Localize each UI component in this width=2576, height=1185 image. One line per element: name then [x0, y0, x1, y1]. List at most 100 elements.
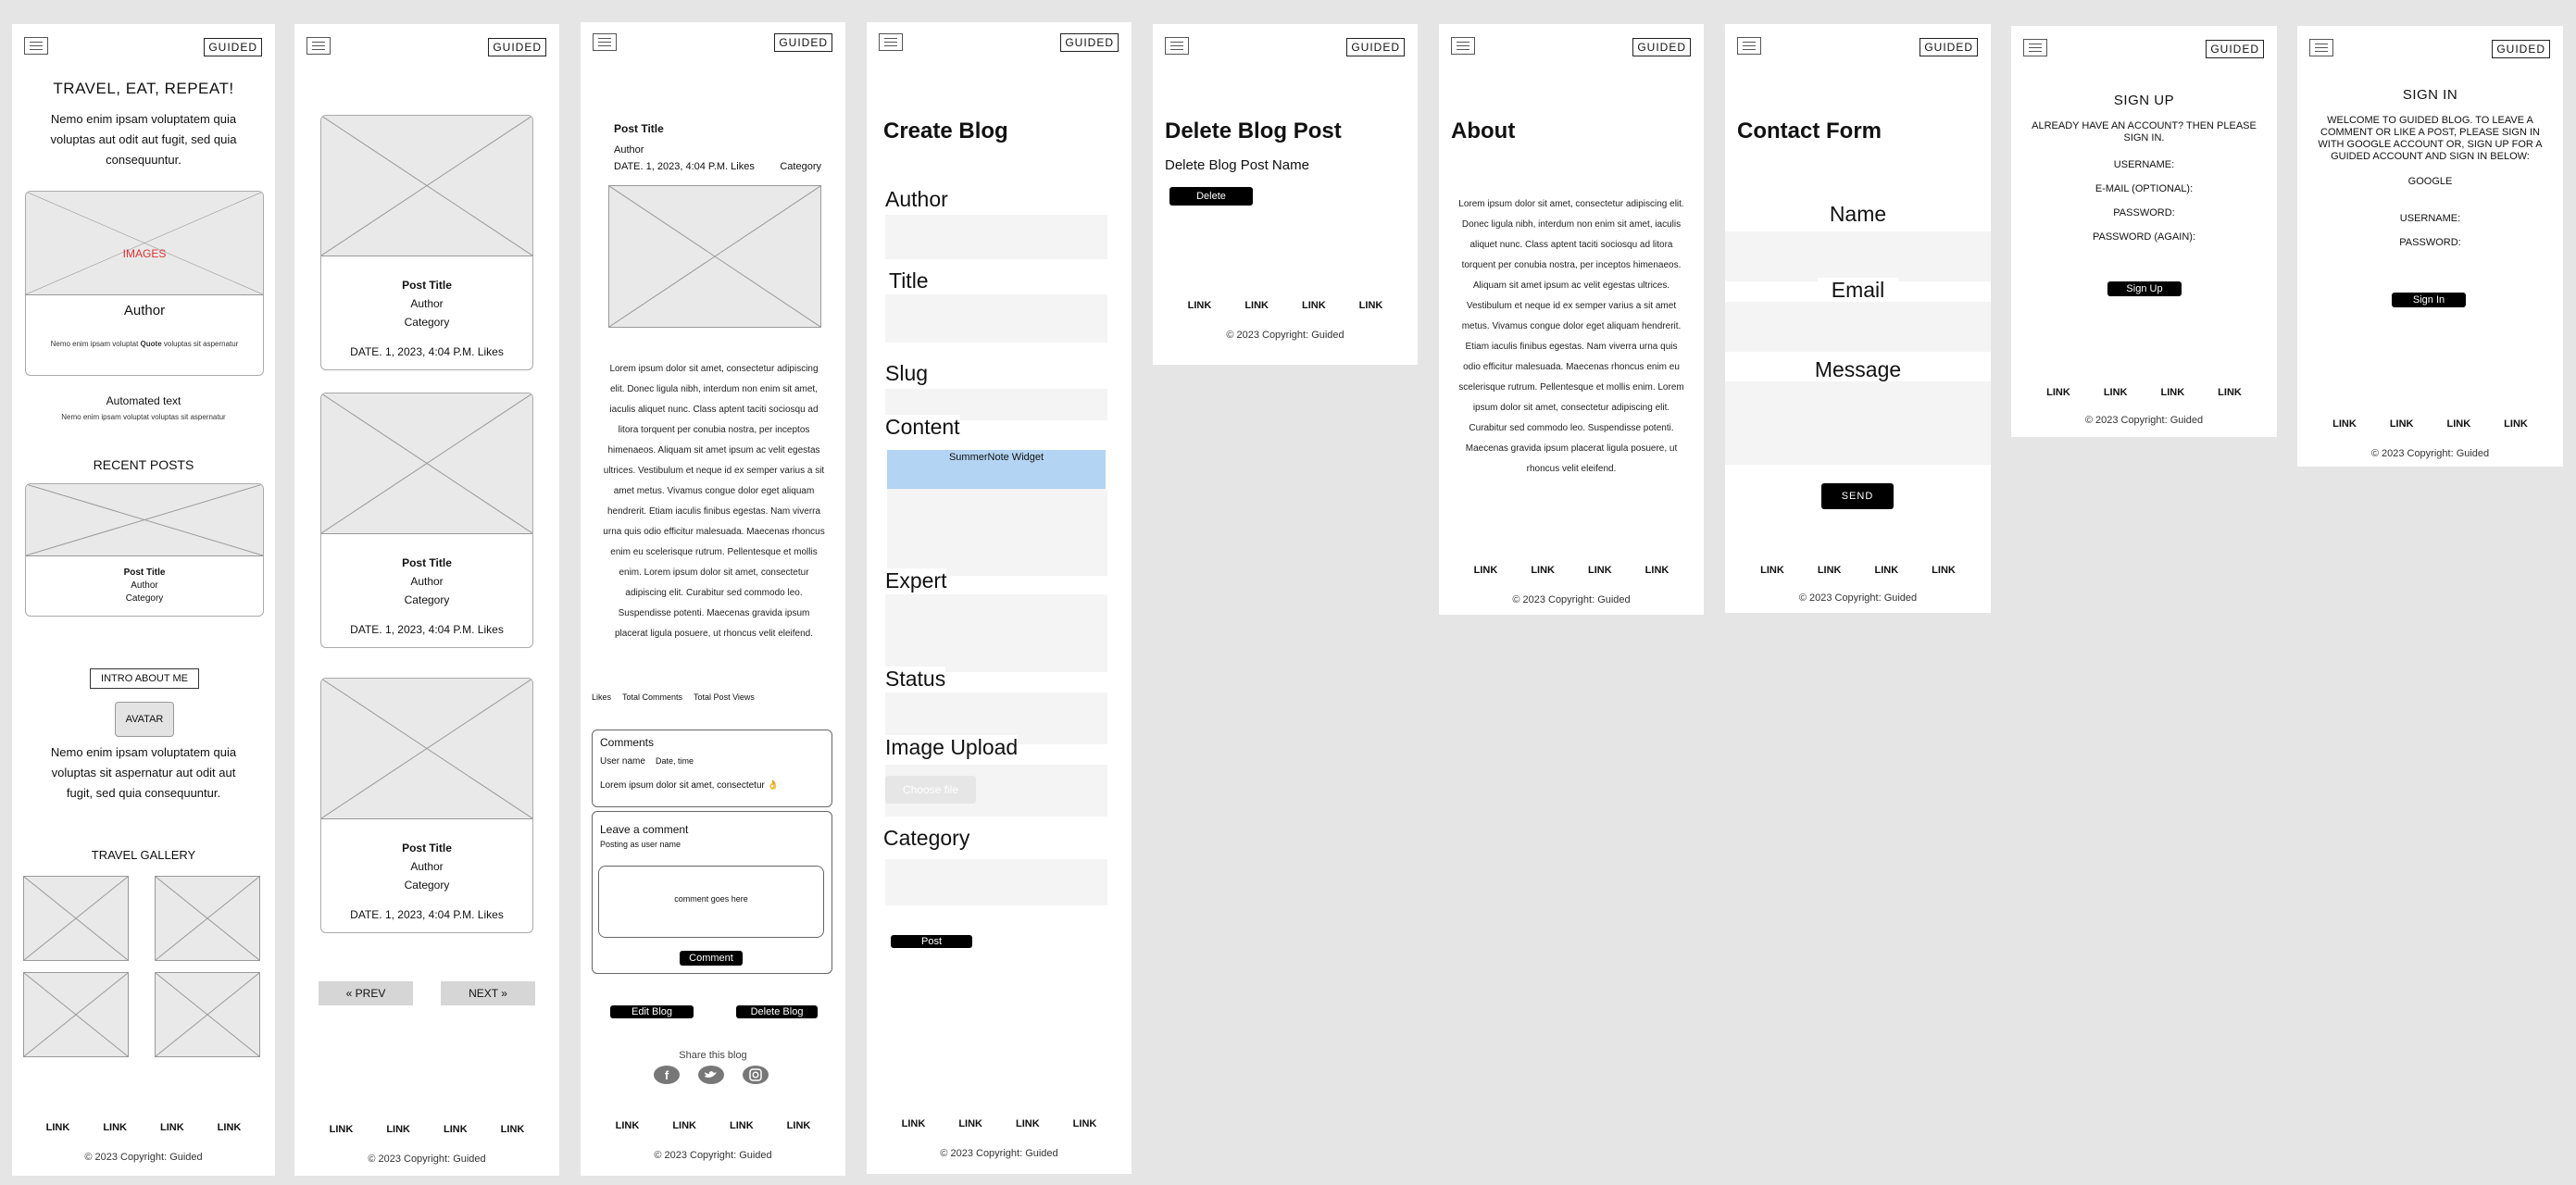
password-label: PASSWORD: [2399, 237, 2461, 248]
footer-link[interactable]: LINK [330, 1124, 354, 1135]
footer-link[interactable]: LINK [1760, 565, 1784, 576]
featured-image: IMAGES [26, 192, 263, 295]
gallery-image[interactable] [23, 876, 129, 961]
footer-link[interactable]: LINK [958, 1118, 982, 1129]
gallery-image[interactable] [155, 876, 260, 961]
footer-link[interactable]: LINK [1073, 1118, 1097, 1129]
menu-icon[interactable] [2309, 39, 2333, 56]
menu-icon[interactable] [1737, 37, 1761, 55]
menu-icon[interactable] [1165, 37, 1189, 55]
footer-link[interactable]: LINK [218, 1122, 242, 1133]
message-field[interactable] [1725, 381, 1991, 465]
gallery-image[interactable] [23, 972, 129, 1057]
footer-link[interactable]: LINK [444, 1124, 468, 1135]
footer-link[interactable]: LINK [2046, 387, 2070, 398]
google-signin-link[interactable]: GOOGLE [2297, 176, 2563, 187]
facebook-icon[interactable]: f [653, 1065, 681, 1085]
post-card[interactable]: Post Title Author Category DATE. 1, 2023… [320, 393, 533, 648]
content-editor[interactable] [887, 489, 1107, 576]
menu-icon[interactable] [306, 37, 331, 55]
delete-button[interactable]: Delete [1169, 187, 1253, 206]
footer-link[interactable]: LINK [501, 1124, 525, 1135]
footer-link[interactable]: LINK [672, 1120, 696, 1131]
post-card[interactable]: Post Title Author Category DATE. 1, 2023… [320, 115, 533, 370]
brand-logo[interactable]: GUIDED [1346, 38, 1405, 56]
footer-links: LINK LINK LINK LINK [867, 1118, 1132, 1129]
copyright: © 2023 Copyright: Guided [84, 1152, 203, 1163]
menu-icon[interactable] [1451, 37, 1475, 55]
footer-link[interactable]: LINK [1188, 300, 1212, 311]
edit-blog-button[interactable]: Edit Blog [610, 1005, 694, 1018]
footer-link[interactable]: LINK [2332, 418, 2357, 430]
footer-link[interactable]: LINK [2161, 387, 2185, 398]
post-image [321, 679, 532, 819]
post-image [321, 393, 532, 534]
footer-link[interactable]: LINK [2390, 418, 2414, 430]
gallery-image[interactable] [155, 972, 260, 1057]
footer-link[interactable]: LINK [2447, 418, 2471, 430]
slug-label: Slug [885, 361, 929, 385]
delete-blog-button[interactable]: Delete Blog [736, 1005, 818, 1018]
post-author: Author [410, 860, 444, 873]
brand-logo[interactable]: GUIDED [774, 33, 832, 52]
footer-link[interactable]: LINK [1875, 565, 1899, 576]
featured-card[interactable]: IMAGES Author Nemo enim ipsam voluptat Q… [25, 191, 264, 376]
footer-link[interactable]: LINK [103, 1122, 127, 1133]
summernote-widget[interactable]: SummerNote Widget [887, 450, 1106, 489]
footer-link[interactable]: LINK [787, 1120, 811, 1131]
footer-link[interactable]: LINK [2504, 418, 2528, 430]
footer-link[interactable]: LINK [2104, 387, 2128, 398]
name-field[interactable] [1725, 231, 1991, 281]
menu-icon[interactable] [879, 33, 903, 51]
signin-button[interactable]: Sign In [2392, 293, 2466, 307]
footer-link[interactable]: LINK [1818, 565, 1842, 576]
prev-button[interactable]: « PREV [319, 981, 413, 1005]
featured-quote: Nemo enim ipsam voluptat Quote voluptas … [26, 340, 263, 348]
post-category: Category [780, 161, 821, 172]
footer-link[interactable]: LINK [386, 1124, 410, 1135]
post-button[interactable]: Post [891, 935, 972, 948]
recent-post-card[interactable]: Post Title Author Category [25, 483, 264, 617]
author-field[interactable] [885, 215, 1107, 259]
footer-link[interactable]: LINK [730, 1120, 754, 1131]
choose-file-button[interactable]: Choose file [885, 776, 976, 804]
brand-logo[interactable]: GUIDED [1919, 38, 1978, 56]
send-button[interactable]: SEND [1821, 483, 1894, 509]
post-card[interactable]: Post Title Author Category DATE. 1, 2023… [320, 678, 533, 933]
footer-link[interactable]: LINK [2218, 387, 2242, 398]
footer-link[interactable]: LINK [1645, 565, 1669, 576]
brand-logo[interactable]: GUIDED [1060, 33, 1119, 52]
menu-icon[interactable] [24, 37, 48, 55]
menu-icon[interactable] [593, 33, 617, 51]
footer-link[interactable]: LINK [46, 1122, 70, 1133]
expert-field[interactable] [885, 594, 1107, 672]
title-field[interactable] [885, 294, 1107, 343]
stat-likes[interactable]: Likes [592, 692, 611, 702]
footer-link[interactable]: LINK [902, 1118, 926, 1129]
footer-link[interactable]: LINK [1016, 1118, 1040, 1129]
footer-link[interactable]: LINK [1474, 565, 1498, 576]
next-button[interactable]: NEXT » [441, 981, 535, 1005]
twitter-icon[interactable] [697, 1065, 725, 1085]
comment-button[interactable]: Comment [680, 951, 743, 966]
footer-link[interactable]: LINK [1359, 300, 1383, 311]
brand-logo[interactable]: GUIDED [2206, 40, 2264, 58]
instagram-icon[interactable] [742, 1065, 769, 1085]
brand-logo[interactable]: GUIDED [2492, 40, 2550, 58]
footer-link[interactable]: LINK [1302, 300, 1326, 311]
footer-link[interactable]: LINK [1932, 565, 1956, 576]
comment-input[interactable]: comment goes here [598, 866, 824, 938]
brand-logo[interactable]: GUIDED [204, 38, 262, 56]
menu-icon[interactable] [2023, 39, 2047, 56]
recent-post-image [26, 484, 263, 556]
footer-link[interactable]: LINK [160, 1122, 184, 1133]
email-field[interactable] [1725, 302, 1991, 352]
footer-link[interactable]: LINK [1531, 565, 1555, 576]
footer-link[interactable]: LINK [1244, 300, 1269, 311]
footer-link[interactable]: LINK [616, 1120, 640, 1131]
brand-logo[interactable]: GUIDED [488, 38, 546, 56]
footer-link[interactable]: LINK [1588, 565, 1612, 576]
brand-logo[interactable]: GUIDED [1632, 38, 1691, 56]
category-field[interactable] [885, 859, 1107, 905]
signup-button[interactable]: Sign Up [2107, 281, 2182, 296]
